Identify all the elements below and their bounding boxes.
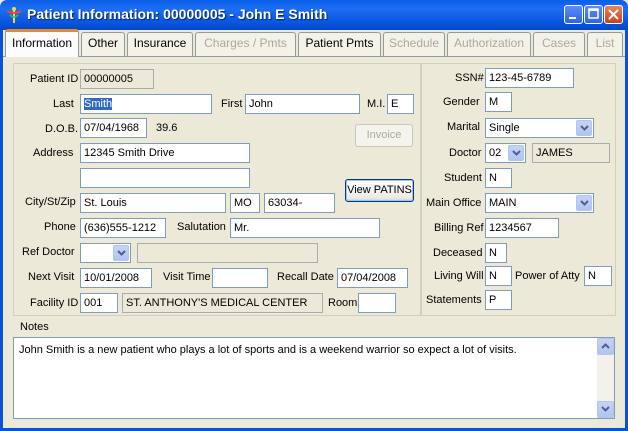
close-button[interactable] [604,5,623,24]
zip-input[interactable]: 63034- [264,193,335,213]
chevron-down-icon [580,200,589,206]
living-will-input[interactable]: N [485,266,512,286]
dob-label: D.O.B. [45,123,79,135]
tab-cases[interactable]: Cases [533,32,585,56]
maximize-icon [588,8,599,19]
city-st-zip-label: City/St/Zip [25,196,76,208]
chevron-up-icon [601,343,610,349]
caduceus-icon [6,7,22,23]
scroll-down-button[interactable] [597,401,614,418]
doctor-value: 02 [489,147,502,159]
gender-input[interactable]: M [485,92,512,112]
dob-input[interactable]: 07/04/1968 [80,118,147,138]
room-label: Room [328,297,358,309]
close-icon [608,9,619,20]
main-office-dropdown-button[interactable] [576,195,592,211]
chevron-down-icon [601,406,610,412]
doctor-dropdown-button[interactable] [508,145,524,161]
tab-patient-pmts[interactable]: Patient Pmts [298,32,381,56]
tab-list[interactable]: List [587,32,623,56]
ref-doctor-name-field [137,243,318,263]
statements-input[interactable]: P [485,290,512,310]
minimize-icon [569,17,576,19]
last-name-input[interactable]: Smith [80,94,212,114]
main-office-select[interactable]: MAIN [485,193,594,213]
city-input[interactable]: St. Louis [80,193,226,213]
recall-date-label: Recall Date [277,271,334,283]
first-name-input[interactable]: John [245,94,360,114]
student-label: Student [444,172,482,184]
address-line2-input[interactable] [80,168,250,188]
ssn-label: SSN# [455,72,484,84]
visit-time-label: Visit Time [163,271,211,283]
salutation-input[interactable]: Mr. [230,218,380,238]
living-will-label: Living Will [434,270,484,282]
room-input[interactable] [358,293,396,313]
address-label: Address [33,147,74,159]
phone-input[interactable]: (636)555-1212 [80,218,166,238]
chevron-down-icon [580,125,589,131]
state-input[interactable]: MO [230,193,260,213]
doctor-label: Doctor [449,147,482,159]
address-line1-input[interactable]: 12345 Smith Drive [80,143,250,163]
maximize-button[interactable] [584,5,603,24]
main-office-label: Main Office [426,197,482,209]
power-of-atty-input[interactable]: N [584,266,612,286]
middle-initial-input[interactable]: E [387,94,414,114]
tab-authorization[interactable]: Authorization [447,32,531,56]
ref-doctor-select[interactable] [80,243,131,263]
minimize-button[interactable] [564,5,583,24]
last-name-label: Last [53,98,74,110]
deceased-input[interactable]: N [485,243,507,263]
notes-scrollbar[interactable] [597,338,614,418]
student-input[interactable]: N [485,168,512,188]
doctor-name-field: JAMES [532,143,610,163]
title-bar[interactable]: Patient Information: 00000005 - John E S… [0,0,628,30]
last-name-value: Smith [84,98,113,110]
patient-id-field: 00000005 [80,69,154,89]
marital-dropdown-button[interactable] [576,120,592,136]
tab-other[interactable]: Other [81,32,125,56]
statements-label: Statements [426,294,482,306]
doctor-select[interactable]: 02 [485,143,526,163]
age-value: 39.6 [156,122,178,134]
visit-time-input[interactable] [212,268,268,288]
deceased-label: Deceased [433,247,483,259]
scroll-up-button[interactable] [597,338,614,355]
view-patins-button[interactable]: View PATINS [345,179,414,202]
facility-id-input[interactable]: 001 [80,293,118,313]
ref-doctor-dropdown-button[interactable] [113,245,129,261]
gender-label: Gender [443,96,480,108]
facility-name-field: ST. ANTHONY'S MEDICAL CENTER [122,293,323,313]
invoice-button[interactable]: Invoice [355,124,413,147]
chevron-down-icon [117,250,126,256]
tab-charges-pmts[interactable]: Charges / Pmts [195,32,296,56]
phone-label: Phone [44,221,76,233]
main-office-value: MAIN [489,197,517,209]
first-name-label: First [221,98,243,110]
salutation-label: Salutation [177,221,226,233]
ref-doctor-label: Ref Doctor [22,246,75,258]
middle-initial-label: M.I. [367,98,386,110]
chevron-down-icon [512,150,521,156]
patient-id-label: Patient ID [30,73,79,85]
marital-select[interactable]: Single [485,118,594,138]
billing-ref-input[interactable]: 1234567 [485,218,559,238]
next-visit-input[interactable]: 10/01/2008 [80,268,152,288]
ssn-input[interactable]: 123-45-6789 [485,68,574,88]
recall-date-input[interactable]: 07/04/2008 [337,268,408,288]
notes-textarea[interactable]: John Smith is a new patient who plays a … [13,337,615,419]
tab-schedule[interactable]: Schedule [383,32,445,56]
power-of-atty-label: Power of Atty [515,270,580,282]
notes-label: Notes [20,321,49,333]
tab-information[interactable]: Information [5,29,79,57]
next-visit-label: Next Visit [28,271,75,283]
facility-id-label: Facility ID [30,297,79,309]
marital-label: Marital [447,121,481,133]
window-title: Patient Information: 00000005 - John E S… [27,6,328,22]
tab-insurance[interactable]: Insurance [127,32,193,56]
notes-text: John Smith is a new patient who plays a … [19,344,517,356]
marital-value: Single [489,122,520,134]
billing-ref-label: Billing Ref [434,222,484,234]
